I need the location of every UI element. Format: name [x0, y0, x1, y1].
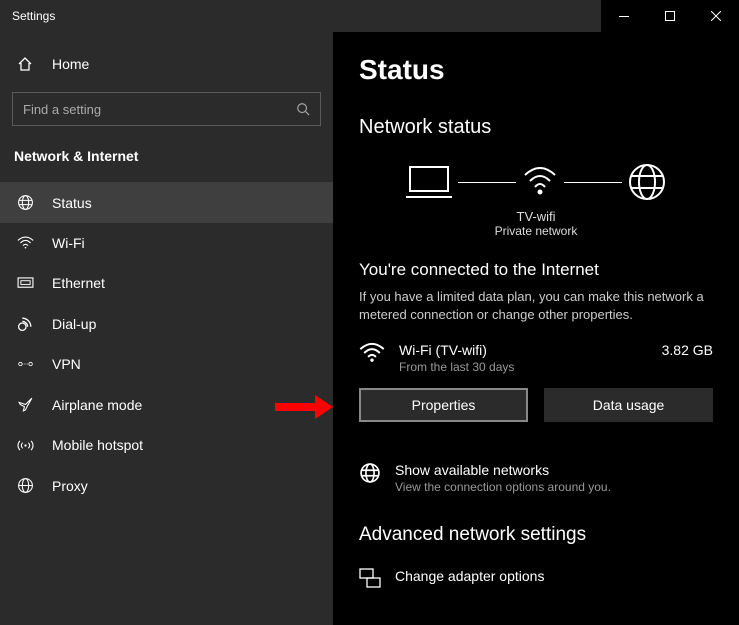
search-icon [296, 102, 310, 116]
sidebar-item-wifi[interactable]: Wi-Fi [0, 223, 333, 263]
adapter-options-title: Change adapter options [395, 568, 544, 584]
sidebar-item-label: Airplane mode [52, 397, 142, 413]
home-icon [16, 56, 34, 72]
home-nav[interactable]: Home [0, 46, 333, 82]
section-advanced: Advanced network settings [359, 524, 713, 546]
minimize-button[interactable] [601, 0, 647, 32]
close-button[interactable] [693, 0, 739, 32]
connected-description: If you have a limited data plan, you can… [359, 288, 713, 324]
home-label: Home [52, 56, 89, 72]
adapter-icon [359, 568, 381, 588]
connection-line [564, 182, 622, 183]
connection-line [458, 182, 516, 183]
diagram-ssid: TV-wifi [359, 209, 713, 224]
connected-heading: You're connected to the Internet [359, 260, 713, 280]
available-networks-title: Show available networks [395, 462, 611, 478]
data-usage-button[interactable]: Data usage [544, 388, 713, 422]
sidebar-item-label: Status [52, 195, 92, 211]
sidebar-item-vpn[interactable]: VPN [0, 344, 333, 384]
sidebar-item-label: Ethernet [52, 275, 105, 291]
window-title: Settings [12, 9, 55, 23]
sidebar: Home Network & Internet Status Wi-Fi Eth… [0, 32, 333, 625]
ethernet-icon [16, 277, 34, 290]
sidebar-item-ethernet[interactable]: Ethernet [0, 263, 333, 303]
diagram-network-type: Private network [359, 224, 713, 238]
maximize-button[interactable] [647, 0, 693, 32]
proxy-icon [16, 477, 34, 494]
vpn-icon [16, 357, 34, 371]
nav-group-title: Network & Internet [0, 144, 333, 182]
network-diagram [359, 163, 713, 201]
section-network-status: Network status [359, 116, 713, 139]
sidebar-item-label: Proxy [52, 478, 88, 494]
annotation-arrow [275, 394, 333, 420]
dialup-icon [16, 315, 34, 332]
change-adapter-options[interactable]: Change adapter options [359, 568, 713, 588]
globe-icon [359, 462, 381, 484]
hotspot-icon [16, 438, 34, 453]
available-networks-subtitle: View the connection options around you. [395, 480, 611, 494]
computer-icon [406, 165, 452, 199]
sidebar-item-label: VPN [52, 356, 81, 372]
globe-icon [16, 194, 34, 211]
sidebar-item-label: Dial-up [52, 316, 96, 332]
data-used-value: 3.82 GB [662, 342, 713, 358]
sidebar-item-label: Mobile hotspot [52, 437, 143, 453]
title-bar: Settings [0, 0, 739, 32]
sidebar-item-proxy[interactable]: Proxy [0, 465, 333, 506]
sidebar-item-status[interactable]: Status [0, 182, 333, 223]
connection-name: Wi-Fi (TV-wifi) [399, 342, 648, 358]
connection-info-row: Wi-Fi (TV-wifi) From the last 30 days 3.… [359, 342, 713, 374]
wifi-icon [359, 342, 385, 364]
internet-globe-icon [628, 163, 666, 201]
properties-button[interactable]: Properties [359, 388, 528, 422]
search-box[interactable] [12, 92, 321, 126]
main-panel: Status Network status TV-wifi Private ne… [333, 32, 739, 625]
wifi-router-icon [522, 167, 558, 197]
wifi-icon [16, 236, 34, 250]
search-input[interactable] [23, 102, 296, 117]
connection-period: From the last 30 days [399, 360, 648, 374]
sidebar-item-dialup[interactable]: Dial-up [0, 303, 333, 344]
sidebar-item-label: Wi-Fi [52, 235, 85, 251]
show-available-networks[interactable]: Show available networks View the connect… [359, 462, 713, 494]
airplane-icon [16, 396, 34, 413]
page-title: Status [359, 54, 713, 86]
sidebar-item-hotspot[interactable]: Mobile hotspot [0, 425, 333, 465]
diagram-labels: TV-wifi Private network [359, 209, 713, 238]
